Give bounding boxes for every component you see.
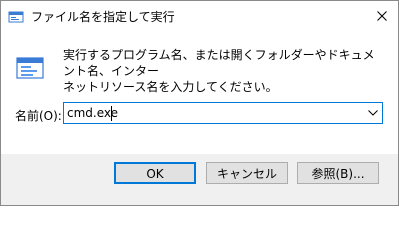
window-title: ファイル名を指定して実行 [31,10,175,24]
run-dialog: ファイル名を指定して実行 実行するプログラム名、または開くフォルダーやドキュメン… [0,0,399,206]
title-bar[interactable]: ファイル名を指定して実行 [1,1,398,32]
dialog-description: 実行するプログラム名、または開くフォルダーやドキュメント名、インター ネットリソ… [63,48,375,94]
cancel-button[interactable]: キャンセル [206,162,288,184]
close-icon[interactable] [377,10,387,24]
command-combobox[interactable] [63,102,383,124]
chevron-down-icon[interactable] [364,103,382,123]
text-cursor [111,106,112,121]
close-button[interactable] [366,1,398,32]
name-label: 名前(O): [15,109,62,123]
browse-button[interactable]: 参照(B)... [297,162,379,184]
button-bar: OK キャンセル 参照(B)... [1,154,398,205]
ok-button[interactable]: OK [114,162,196,184]
run-dialog-icon [8,9,24,25]
dialog-content: 実行するプログラム名、または開くフォルダーやドキュメント名、インター ネットリソ… [1,32,398,154]
run-program-icon [16,54,44,82]
